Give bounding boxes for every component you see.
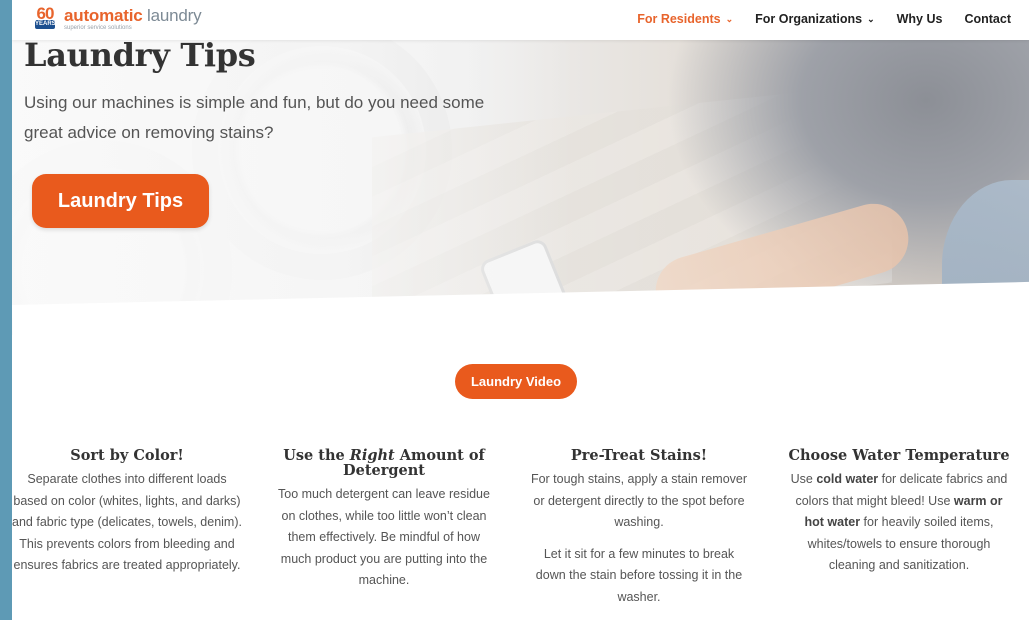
tip-title: Use the Right Amount of Detergent [283,447,485,479]
tip-body: Too much detergent can leave residue on … [278,487,490,587]
chevron-down-icon: ⌄ [725,14,734,24]
nav-why-us[interactable]: Why Us [897,12,943,26]
tip-body-secondary: Let it sit for a few minutes to break do… [535,546,743,604]
logo-wordmark: automatic laundry superior service solut… [64,6,202,31]
tip-pre-treat-stains: Pre-Treat Stains! For tough stains, appl… [528,448,750,608]
tip-sort-by-color: Sort by Color! Separate clothes into dif… [12,448,242,577]
laundry-video-button[interactable]: Laundry Video [455,364,577,399]
site-header: 60 YEARS automatic laundry superior serv… [12,0,1029,40]
tip-title: Sort by Color! [70,447,184,464]
hero-description: Using our machines is simple and fun, bu… [24,93,485,142]
window-edge-strip [0,0,12,620]
sixty-years-badge-icon: 60 YEARS [35,4,56,29]
tip-body: For tough stains, apply a stain remover … [530,472,748,529]
tip-water-temperature: Choose Water Temperature Use cold water … [788,448,1010,577]
nav-contact[interactable]: Contact [964,12,1011,26]
laundry-tips-button[interactable]: Laundry Tips [32,174,209,228]
logo-tagline: superior service solutions [64,25,132,31]
page-title: Laundry Tips [24,36,256,74]
nav-for-organizations[interactable]: For Organizations ⌄ [755,12,875,26]
tip-body: Use cold water for delicate fabrics and … [790,472,1008,572]
tip-body: Separate clothes into different loads ba… [12,472,242,572]
tip-right-amount-detergent: Use the Right Amount of Detergent Too mu… [276,448,492,592]
tip-title: Pre-Treat Stains! [570,447,708,464]
logo-brand-bold: automatic [64,6,143,25]
nav-for-residents[interactable]: For Residents ⌄ [637,12,733,26]
site-logo[interactable]: 60 YEARS automatic laundry superior serv… [32,4,202,33]
main-nav: For Residents ⌄ For Organizations ⌄ Why Us… [637,12,1011,26]
chevron-down-icon: ⌄ [867,14,875,24]
tip-title: Choose Water Temperature [788,447,1010,464]
logo-brand-light: laundry [147,6,202,25]
